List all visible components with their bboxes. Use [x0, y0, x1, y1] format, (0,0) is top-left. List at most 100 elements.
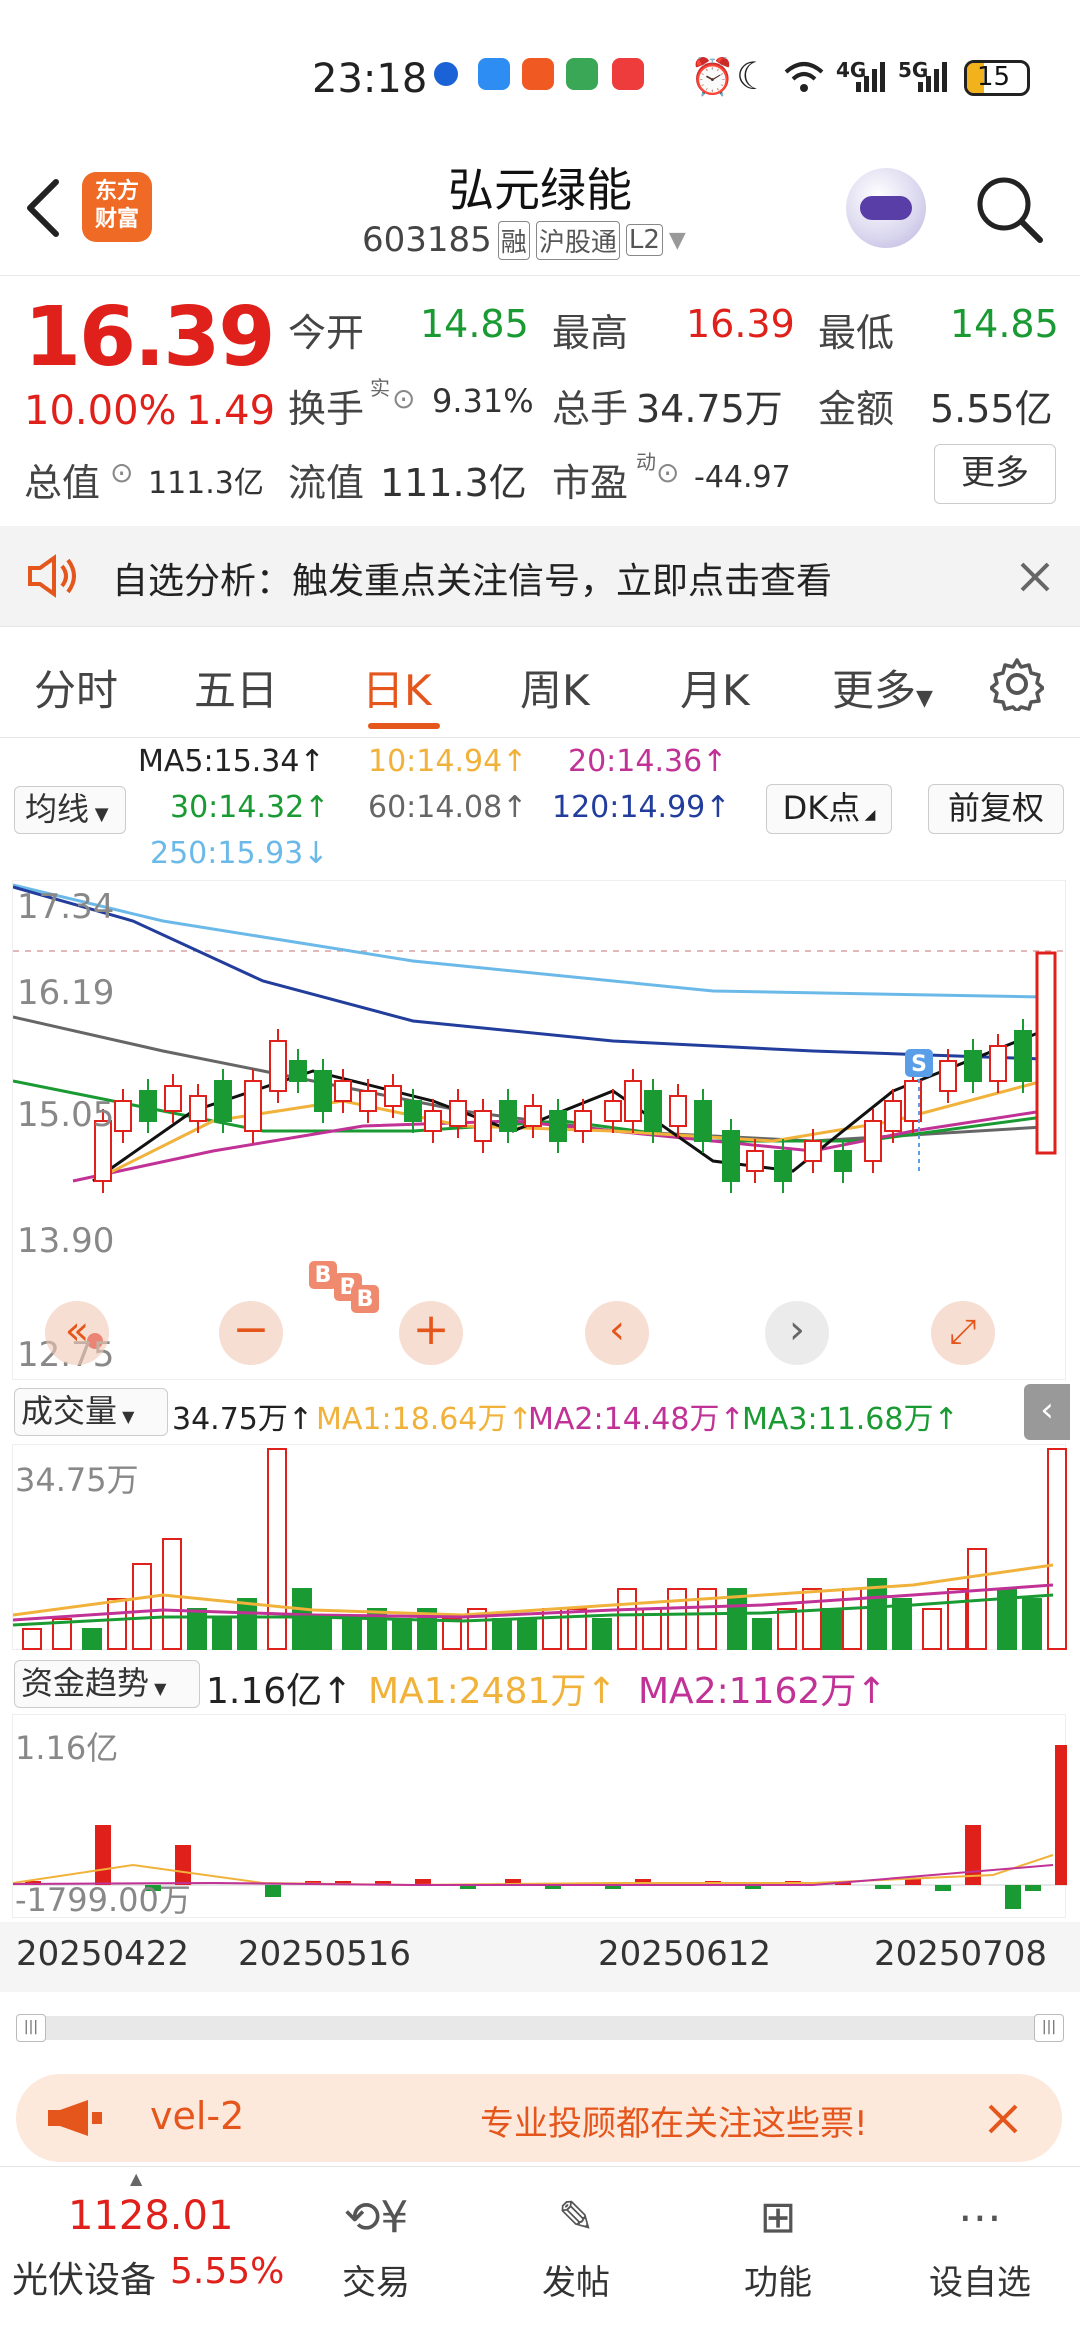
candle-body	[214, 1080, 232, 1122]
cloud-app-icon	[478, 58, 510, 90]
close-icon[interactable]	[986, 2102, 1020, 2136]
volume-bar	[22, 1628, 42, 1650]
zoom-out-icon[interactable]: −	[219, 1301, 283, 1365]
candle-body	[644, 1090, 662, 1132]
candle-body	[189, 1095, 207, 1122]
scroll-left-fast-icon[interactable]: «	[45, 1301, 109, 1365]
volume-bar	[492, 1618, 512, 1650]
volume-bar	[752, 1618, 772, 1650]
range-handle-right[interactable]: |||	[1034, 2014, 1064, 2042]
candle-body	[424, 1110, 442, 1132]
chevron-down-icon: ▼	[916, 686, 933, 711]
promo-text: 专业投顾都在关注这些票!	[480, 2104, 868, 2144]
scroll-left-icon[interactable]: ‹	[585, 1301, 649, 1365]
volume-bar	[342, 1618, 362, 1650]
pe-value: -44.97	[694, 460, 791, 495]
scroll-right-icon[interactable]: ›	[765, 1301, 829, 1365]
candle-body	[864, 1120, 882, 1162]
candle-body	[1014, 1030, 1032, 1082]
speaker-icon	[28, 554, 76, 598]
volume-selector[interactable]: 成交量 ▼	[14, 1388, 168, 1436]
volume-bar	[1047, 1448, 1067, 1650]
candle-body	[774, 1150, 792, 1182]
stock-code-row[interactable]: 603185 融 沪股通 L2 ▼	[362, 220, 686, 260]
mktcap-value: 111.3亿	[148, 466, 264, 501]
active-tab-indicator	[368, 723, 440, 729]
tab-weekly-k[interactable]: 周K	[520, 657, 590, 718]
range-handle-left[interactable]: |||	[16, 2014, 46, 2042]
fund-bar	[1005, 1885, 1021, 1909]
info-dots-icon[interactable]: ⊙	[656, 456, 679, 489]
volume-chart[interactable]: 34.75万	[12, 1444, 1067, 1650]
edit-icon: ✎	[557, 2192, 595, 2243]
turnover-value: 9.31%	[432, 382, 534, 420]
fullscreen-icon[interactable]: ⤢	[931, 1301, 995, 1365]
collapse-panel-icon[interactable]: ‹	[1024, 1384, 1070, 1440]
volume-bar	[922, 1608, 942, 1650]
kline-chart[interactable]: BBBS 17.34 16.19 15.05 13.90 12.75 « − +…	[12, 880, 1067, 1380]
add-watchlist-button[interactable]: ⋯ 设自选	[910, 2181, 1050, 2304]
ma250-line	[13, 883, 1044, 999]
low-label: 最低	[818, 311, 895, 355]
close-icon[interactable]	[1018, 560, 1052, 594]
volume-bar	[82, 1628, 102, 1650]
price-axis-top: 17.34	[17, 887, 115, 927]
volume-bar	[777, 1608, 797, 1650]
tab-daily-k[interactable]: 日K	[362, 657, 432, 718]
fund-axis-bottom: -1799.00万	[15, 1881, 191, 1919]
candle-body	[404, 1100, 422, 1122]
high-value: 16.39	[686, 302, 795, 346]
ma-selector[interactable]: 均线 ▼	[14, 786, 126, 834]
fund-chart[interactable]: 1.16亿 -1799.00万	[12, 1714, 1067, 1919]
megaphone-icon	[48, 2100, 102, 2136]
home-app-icon	[566, 58, 598, 90]
buy-marker: B	[309, 1261, 337, 1289]
candle-body	[884, 1100, 902, 1132]
tab-monthly-k[interactable]: 月K	[680, 657, 750, 718]
candle-body	[989, 1045, 1007, 1082]
fund-selector[interactable]: 资金趋势 ▼	[14, 1660, 200, 1708]
post-button[interactable]: ✎ 发帖	[506, 2181, 646, 2304]
ma-selector-label: 均线	[25, 790, 90, 828]
date-label-4: 20250708	[874, 1934, 1048, 1974]
tab-intraday[interactable]: 分时	[34, 657, 118, 718]
trade-button[interactable]: ⟲¥ 交易	[306, 2181, 446, 2304]
range-slider[interactable]: ||| |||	[16, 2014, 1064, 2042]
fund-bar	[875, 1885, 891, 1889]
gear-icon[interactable]	[990, 657, 1044, 711]
search-icon[interactable]	[974, 174, 1046, 246]
volume-bar	[187, 1608, 207, 1650]
candle-body	[474, 1110, 492, 1142]
zoom-in-icon[interactable]: +	[399, 1301, 463, 1365]
signal-icon-2	[918, 62, 947, 92]
candle-body	[964, 1050, 982, 1082]
tab-five-day[interactable]: 五日	[194, 657, 278, 718]
adjust-button[interactable]: 前复权	[928, 784, 1064, 834]
volume-bar	[617, 1588, 637, 1650]
sector-index-widget[interactable]: ▲ 1128.01 光伏设备 5.55%	[0, 2167, 284, 2341]
change-percent: 10.00%	[24, 388, 177, 434]
alert-banner[interactable]: 自选分析：触发重点关注信号，立即点击查看	[0, 526, 1080, 626]
candle-body	[334, 1080, 352, 1102]
tab-more-label: 更多	[832, 666, 917, 715]
fund-bar	[905, 1879, 921, 1885]
index-name: 光伏设备	[12, 2260, 157, 2301]
tag-level2: L2	[625, 224, 663, 256]
app-notification-icon	[434, 62, 458, 86]
chevron-down-icon: ▼	[668, 227, 686, 253]
candle-body	[139, 1090, 157, 1122]
dk-point-button[interactable]: DK点 ◢	[766, 784, 892, 834]
functions-button[interactable]: ⊞ 功能	[708, 2181, 848, 2304]
date-label-1: 20250422	[16, 1934, 190, 1974]
fund-ma2: MA2:1162万↑	[638, 1671, 887, 1712]
date-axis: 20250422 20250516 20250612 20250708	[0, 1922, 1080, 1992]
fund-bar	[1025, 1885, 1041, 1891]
info-dots-icon[interactable]: ⊙	[392, 382, 415, 415]
tab-more[interactable]: 更多▼	[832, 657, 933, 718]
more-button[interactable]: 更多	[934, 444, 1056, 504]
info-dots-icon[interactable]: ⊙	[110, 456, 133, 489]
promo-bar[interactable]: vel-2 专业投顾都在关注这些票!	[16, 2074, 1062, 2162]
robot-assistant-avatar[interactable]	[846, 168, 926, 248]
more-dots-icon: ⋯	[958, 2192, 1002, 2243]
candle-body	[449, 1100, 467, 1127]
